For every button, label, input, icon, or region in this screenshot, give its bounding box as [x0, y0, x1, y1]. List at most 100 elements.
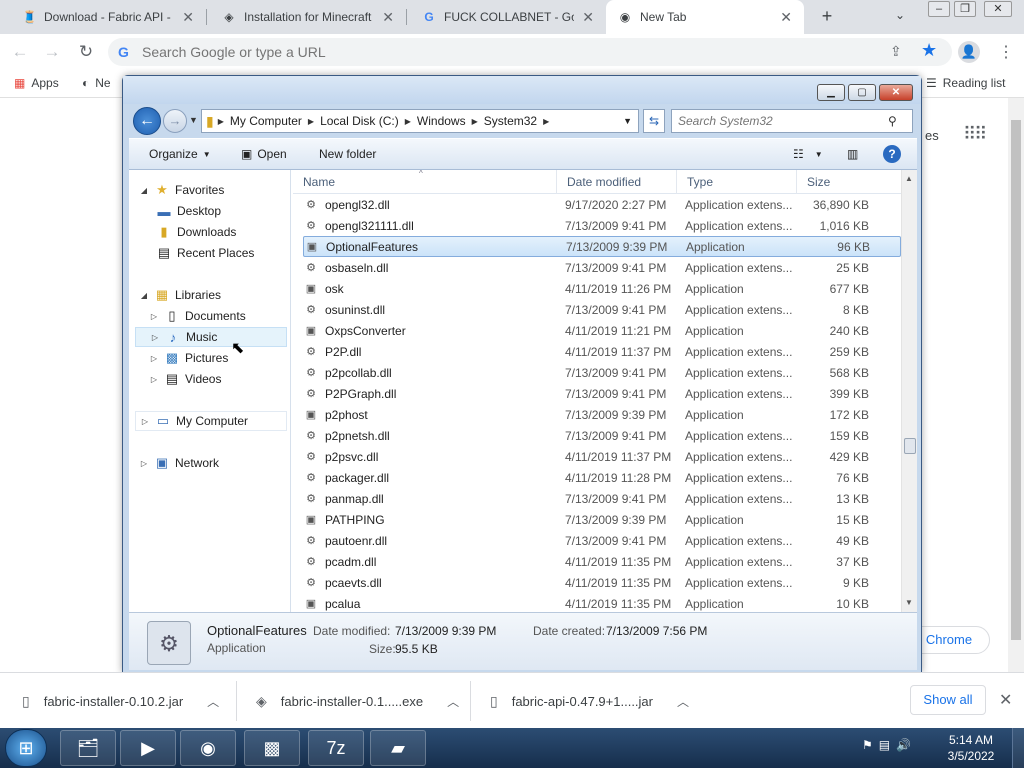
new-tab-button[interactable]: + [816, 5, 838, 27]
close-tab-icon[interactable]: ✕ [780, 9, 792, 26]
new-folder-button[interactable]: New folder [319, 147, 376, 161]
close-download-shelf-icon[interactable]: ✕ [999, 690, 1012, 710]
nav-videos[interactable]: ▷ ▤ Videos [149, 369, 222, 389]
file-row[interactable]: ⚙ pcadm.dll 4/11/2019 11:35 PM Application … [303, 551, 901, 572]
column-name[interactable]: Name ^ [293, 169, 557, 194]
file-row[interactable]: ⚙ P2P.dll 4/11/2019 11:37 PM Application ex… [303, 341, 901, 362]
nav-my-computer[interactable]: ▷ ▭ My Computer [135, 411, 287, 431]
file-row[interactable]: ⚙ pautoenr.dll 7/13/2009 9:41 PM Applicatio… [303, 530, 901, 551]
restore-icon[interactable]: ❐ [954, 1, 976, 17]
file-row[interactable]: ▣ OxpsConverter 4/11/2019 11:21 PM Applicat… [303, 320, 901, 341]
preview-pane-icon[interactable]: ▥ [847, 147, 858, 161]
close-tab-icon[interactable]: ✕ [582, 9, 594, 26]
bookmark-apps[interactable]: ▦ Apps [14, 76, 59, 90]
show-desktop-button[interactable] [1012, 728, 1024, 768]
google-apps-icon[interactable]: ⠿⠿ [963, 124, 987, 145]
tab-collabnet[interactable]: G FUCK COLLABNET - Goo ✕ [410, 0, 606, 34]
7zip-taskbar-icon[interactable]: 7z [308, 730, 364, 766]
download-item-1[interactable]: ▯ fabric-installer-0.10.2.jar ︿ [22, 673, 219, 729]
nav-desktop[interactable]: ▬ Desktop [155, 201, 222, 221]
column-type[interactable]: Type [677, 170, 797, 194]
ntp-link-text[interactable]: es [925, 128, 939, 143]
nav-libraries[interactable]: ◢ ▦ Libraries [139, 285, 221, 305]
omnibox[interactable]: G [108, 38, 952, 66]
explorer-close-icon[interactable]: ✕ [879, 84, 913, 101]
file-list-scrollbar[interactable]: ▲ ▼ [901, 170, 917, 612]
share-icon[interactable]: ⇪ [890, 43, 902, 60]
bookmark-star-icon[interactable]: ★ [921, 40, 937, 61]
collapse-triangle-icon[interactable]: ◢ [139, 291, 149, 300]
nav-pictures[interactable]: ▷ ▩ Pictures [149, 348, 228, 368]
breadcrumb-system32[interactable]: System32 [480, 114, 541, 128]
tab-search-chevron-icon[interactable]: ⌄ [895, 8, 905, 22]
collapse-triangle-icon[interactable]: ◢ [139, 186, 149, 195]
explorer-maximize-icon[interactable]: ▢ [848, 84, 876, 101]
tab-installation[interactable]: ◈ Installation for Minecraft ✕ [210, 0, 406, 34]
organize-button[interactable]: Organize ▼ [149, 147, 211, 161]
expand-triangle-icon[interactable]: ▷ [149, 354, 159, 363]
column-date-modified[interactable]: Date modified [557, 170, 677, 194]
nav-favorites[interactable]: ◢ ★ Favorites [139, 180, 224, 200]
forward-arrow-icon[interactable]: → [42, 42, 62, 62]
expand-triangle-icon[interactable]: ▷ [149, 312, 159, 321]
file-row[interactable]: ⚙ osbaseln.dll 7/13/2009 9:41 PM Applicatio… [303, 257, 901, 278]
breadcrumb[interactable]: ▮ ▶ My Computer ▶ Local Disk (C:) ▶ Wind… [201, 109, 639, 133]
file-row[interactable]: ▣ pcalua 4/11/2019 11:35 PM Application 10 K… [303, 593, 901, 614]
breadcrumb-local-disk[interactable]: Local Disk (C:) [316, 114, 403, 128]
nav-downloads[interactable]: ▮ Downloads [155, 222, 236, 242]
breadcrumb-my-computer[interactable]: My Computer [226, 114, 306, 128]
scroll-down-icon[interactable]: ▼ [905, 598, 913, 607]
file-row[interactable]: ⚙ opengl321111.dll 7/13/2009 9:41 PM Applic… [303, 215, 901, 236]
download-item-3[interactable]: ▯ fabric-api-0.47.9+1.....jar ︿ [490, 673, 689, 729]
expand-triangle-icon[interactable]: ▷ [140, 417, 150, 426]
address-dropdown-icon[interactable]: ▼ [623, 116, 632, 126]
file-row[interactable]: ▣ PATHPING 7/13/2009 9:39 PM Application 15 … [303, 509, 901, 530]
explorer-search-input[interactable] [678, 114, 888, 128]
reading-list-button[interactable]: ☰ Reading list [926, 76, 1005, 90]
file-row[interactable]: ▣ p2phost 7/13/2009 9:39 PM Application 172 … [303, 404, 901, 425]
explorer-taskbar-icon[interactable]: 🗂 [60, 730, 116, 766]
omnibox-input[interactable] [142, 44, 842, 60]
profile-avatar-icon[interactable]: 👤 [958, 41, 980, 63]
tab-new-tab[interactable]: ◉ New Tab ✕ [606, 0, 804, 34]
help-icon[interactable]: ? [883, 145, 901, 163]
explorer-search-box[interactable]: ⚲ [671, 109, 913, 133]
explorer-title-bar[interactable]: ▁ ▢ ✕ [123, 76, 921, 104]
view-options-button[interactable]: ☷ ▼ [793, 147, 823, 161]
media-player-taskbar-icon[interactable]: ▶ [120, 730, 176, 766]
breadcrumb-windows[interactable]: Windows [413, 114, 470, 128]
nav-music[interactable]: ▷ ♪ Music [135, 327, 287, 347]
expand-triangle-icon[interactable]: ▷ [139, 459, 149, 468]
file-row[interactable]: ⚙ packager.dll 4/11/2019 11:28 PM Applicati… [303, 467, 901, 488]
start-button-windows-icon[interactable]: ⊞ [5, 729, 47, 767]
chevron-up-icon[interactable]: ︿ [677, 693, 689, 710]
file-row[interactable]: ⚙ osuninst.dll 7/13/2009 9:41 PM Applicatio… [303, 299, 901, 320]
file-row[interactable]: ▣ OptionalFeatures 7/13/2009 9:39 PM Applic… [303, 236, 901, 257]
open-button[interactable]: ▣ Open [241, 147, 287, 161]
file-row[interactable]: ⚙ p2pcollab.dll 7/13/2009 9:41 PM Applicati… [303, 362, 901, 383]
close-tab-icon[interactable]: ✕ [382, 9, 394, 26]
nav-recent-places[interactable]: ▤ Recent Places [155, 243, 255, 263]
explorer-back-icon[interactable]: ← [133, 107, 161, 135]
download-item-2[interactable]: ◈ fabric-installer-0.1.....exe ︿ [256, 673, 459, 729]
nav-network[interactable]: ▷ ▣ Network [139, 453, 219, 473]
back-arrow-icon[interactable]: ← [10, 42, 30, 62]
expand-triangle-icon[interactable]: ▷ [150, 333, 160, 342]
more-menu-icon[interactable]: ⋮ [998, 42, 1014, 62]
nav-documents[interactable]: ▷ ▯ Documents [149, 306, 246, 326]
expand-triangle-icon[interactable]: ▷ [149, 375, 159, 384]
chevron-up-icon[interactable]: ︿ [207, 693, 219, 710]
scroll-up-icon[interactable]: ▲ [905, 174, 913, 183]
minecraft-taskbar-icon[interactable]: ▩ [244, 730, 300, 766]
notepad-taskbar-icon[interactable]: ▰ [370, 730, 426, 766]
column-size[interactable]: Size [797, 170, 901, 194]
file-row[interactable]: ⚙ pcaevts.dll 4/11/2019 11:35 PM Applicatio… [303, 572, 901, 593]
bookmark-news[interactable]: ◐ Ne [82, 76, 111, 90]
page-scrollbar[interactable] [1008, 98, 1024, 672]
tab-fabric-api[interactable]: 🧵 Download - Fabric API - M ✕ [10, 0, 206, 34]
file-row[interactable]: ⚙ panmap.dll 7/13/2009 9:41 PM Application … [303, 488, 901, 509]
file-row[interactable]: ⚙ p2psvc.dll 4/11/2019 11:37 PM Application… [303, 446, 901, 467]
file-row[interactable]: ⚙ opengl32.dll 9/17/2020 2:27 PM Applicatio… [303, 194, 901, 215]
chrome-taskbar-icon[interactable]: ◉ [180, 730, 236, 766]
explorer-minimize-icon[interactable]: ▁ [817, 84, 845, 101]
